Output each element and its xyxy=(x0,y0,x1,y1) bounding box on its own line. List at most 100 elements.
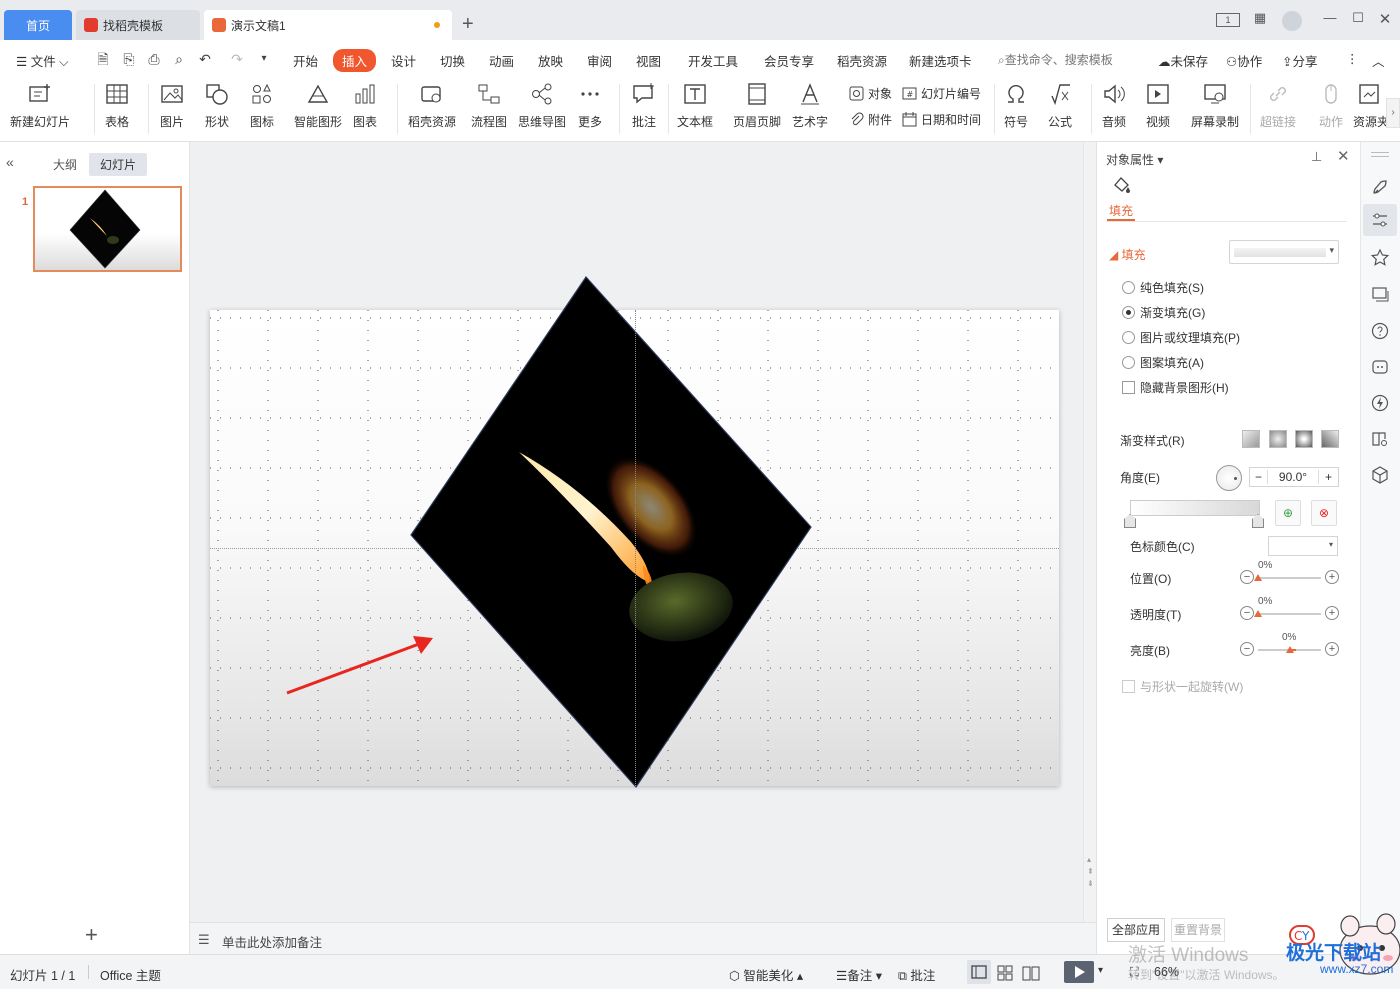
brightness-decrease-button[interactable]: − xyxy=(1240,642,1254,656)
transparency-decrease-button[interactable]: − xyxy=(1240,606,1254,620)
normal-view-button[interactable] xyxy=(967,960,991,984)
file-menu[interactable]: ☰ 文件 ⌵ xyxy=(16,51,69,70)
table-button[interactable]: 表格 xyxy=(104,82,130,130)
transparency-slider[interactable]: − 0% + xyxy=(1240,596,1340,624)
unsaved-status-button[interactable]: ☁未保存 xyxy=(1158,51,1208,70)
transparency-track[interactable] xyxy=(1258,613,1321,615)
export-pdf-icon[interactable]: ⎘ xyxy=(120,50,138,68)
notes-bar[interactable]: ☰ 单击此处添加备注 xyxy=(190,922,1096,954)
pin-icon[interactable]: ⊥ xyxy=(1311,149,1322,165)
rocket-icon[interactable] xyxy=(1370,178,1390,198)
mindmap-button[interactable]: 思维导图 xyxy=(518,82,566,130)
radio-pattern-fill[interactable]: 图案填充(A) xyxy=(1122,354,1204,371)
command-search-input[interactable]: ⌕查找命令、搜索模板 xyxy=(998,51,1113,68)
customize-quick-access-icon[interactable]: ▾ xyxy=(255,50,273,68)
hide-background-checkbox[interactable]: 隐藏背景图形(H) xyxy=(1122,379,1229,396)
docer-resource-button[interactable]: 稻壳资源 xyxy=(408,82,456,130)
gradient-style-radial[interactable] xyxy=(1269,430,1287,448)
shape-button[interactable]: 形状 xyxy=(204,82,230,130)
position-thumb[interactable] xyxy=(1254,574,1262,581)
tab-find-templates[interactable]: 找稻壳模板 xyxy=(76,10,200,40)
comment-button[interactable]: 批注 xyxy=(631,82,657,130)
slide-number-button[interactable]: # 幻灯片编号 xyxy=(902,85,981,102)
add-slide-button[interactable]: + xyxy=(85,922,98,948)
position-track[interactable] xyxy=(1258,577,1321,579)
add-gradient-stop-icon[interactable]: ⊕ xyxy=(1275,500,1301,526)
fill-preset-dropdown[interactable]: ▾ xyxy=(1229,240,1339,264)
paint-bucket-icon[interactable] xyxy=(1111,175,1133,195)
brightness-thumb[interactable] xyxy=(1286,646,1294,653)
menu-review[interactable]: 审阅 xyxy=(587,51,612,70)
resource-folder-button[interactable]: 资源夹 xyxy=(1353,82,1387,130)
vertical-scrollbar[interactable]: ▴ ⇞ ⇟ xyxy=(1083,142,1096,922)
share-button[interactable]: ⇪分享 xyxy=(1282,51,1318,70)
flowchart-button[interactable]: 流程图 xyxy=(471,82,507,130)
lightning-icon[interactable] xyxy=(1370,393,1390,413)
cube-icon[interactable] xyxy=(1370,465,1390,485)
textbox-button[interactable]: 文本框 xyxy=(677,82,713,130)
gradient-stop-right[interactable] xyxy=(1252,514,1264,528)
diamond-picture-shape[interactable] xyxy=(410,276,812,788)
gradient-style-path[interactable] xyxy=(1321,430,1339,448)
action-button[interactable]: 动作 xyxy=(1318,82,1344,130)
help-icon[interactable] xyxy=(1370,321,1390,341)
menu-developer[interactable]: 开发工具 xyxy=(688,51,738,70)
wordart-button[interactable]: 艺术字 xyxy=(792,82,828,130)
ribbon-scroll-right-icon[interactable]: › xyxy=(1386,98,1400,128)
symbol-button[interactable]: 符号 xyxy=(1003,82,1029,130)
menu-design[interactable]: 设计 xyxy=(391,51,416,70)
transparency-increase-button[interactable]: + xyxy=(1325,606,1339,620)
stop-color-dropdown[interactable]: ▾ xyxy=(1268,536,1338,556)
angle-decrease-button[interactable]: − xyxy=(1250,470,1268,484)
user-avatar[interactable] xyxy=(1282,11,1302,31)
save-icon[interactable]: 🗎 xyxy=(94,50,112,68)
properties-sliders-icon[interactable] xyxy=(1370,210,1390,230)
tab-fill[interactable]: 填充 xyxy=(1109,202,1133,219)
radio-gradient-fill[interactable]: 渐变填充(G) xyxy=(1122,304,1205,321)
book-search-icon[interactable] xyxy=(1370,429,1390,449)
menu-start[interactable]: 开始 xyxy=(293,51,318,70)
undo-icon[interactable]: ↶ xyxy=(196,50,214,68)
new-slide-button[interactable]: 新建幻灯片 xyxy=(10,82,70,130)
smart-beautify-button[interactable]: ⬡ 智能美化 ▴ xyxy=(729,965,803,984)
gradient-style-rectangular[interactable] xyxy=(1295,430,1313,448)
gradient-style-linear[interactable] xyxy=(1242,430,1260,448)
menu-animation[interactable]: 动画 xyxy=(489,51,514,70)
collapse-ribbon-icon[interactable]: ︿ xyxy=(1372,51,1385,70)
slide-switch-icon[interactable] xyxy=(1370,284,1390,304)
angle-value-input[interactable]: 90.0° xyxy=(1268,470,1318,484)
panel-title[interactable]: 对象属性 ▾ xyxy=(1106,151,1163,168)
gradient-bar[interactable] xyxy=(1130,500,1260,516)
collaborate-button[interactable]: ⚇协作 xyxy=(1226,51,1262,70)
reset-background-button[interactable]: 重置背景 xyxy=(1171,918,1225,942)
chart-button[interactable]: 图表 xyxy=(352,82,378,130)
slide-thumbnail[interactable] xyxy=(33,186,182,272)
screen-record-button[interactable]: 屏幕录制 xyxy=(1191,82,1239,130)
apps-grid-icon[interactable]: ▦ xyxy=(1249,10,1271,26)
radio-solid-fill[interactable]: 纯色填充(S) xyxy=(1122,279,1204,296)
radio-picture-fill[interactable]: 图片或纹理填充(P) xyxy=(1122,329,1240,346)
menu-slideshow[interactable]: 放映 xyxy=(538,51,563,70)
fill-section-header[interactable]: ◢ 填充 xyxy=(1109,246,1146,263)
position-slider[interactable]: − 0% + xyxy=(1240,560,1340,588)
tab-home[interactable]: 首页 xyxy=(4,10,72,40)
minimize-icon[interactable]: — xyxy=(1319,10,1341,25)
scroll-arrows-icon[interactable]: ▴ ⇞ ⇟ xyxy=(1087,854,1094,890)
comments-toggle-button[interactable]: ⧉ 批注 xyxy=(898,965,935,984)
menu-member[interactable]: 会员专享 xyxy=(764,51,814,70)
menu-view[interactable]: 视图 xyxy=(636,51,661,70)
print-icon[interactable]: ⎙ xyxy=(145,50,163,68)
star-icon[interactable] xyxy=(1370,248,1390,268)
brightness-slider[interactable]: − 0% + xyxy=(1240,632,1340,660)
play-slideshow-button[interactable] xyxy=(1064,961,1094,983)
transparency-thumb[interactable] xyxy=(1254,610,1262,617)
collapse-panel-icon[interactable]: « xyxy=(6,154,14,170)
more-button[interactable]: 更多 xyxy=(577,82,603,130)
slide-1[interactable] xyxy=(210,276,1059,788)
icon-button[interactable]: 图标 xyxy=(249,82,275,130)
smart-graphic-button[interactable]: 智能图形 xyxy=(294,82,342,130)
angle-increase-button[interactable]: + xyxy=(1318,470,1338,484)
rotate-with-shape-checkbox[interactable]: 与形状一起旋转(W) xyxy=(1122,678,1243,695)
date-time-button[interactable]: 日期和时间 xyxy=(902,111,981,128)
apply-all-button[interactable]: 全部应用 xyxy=(1107,918,1165,942)
